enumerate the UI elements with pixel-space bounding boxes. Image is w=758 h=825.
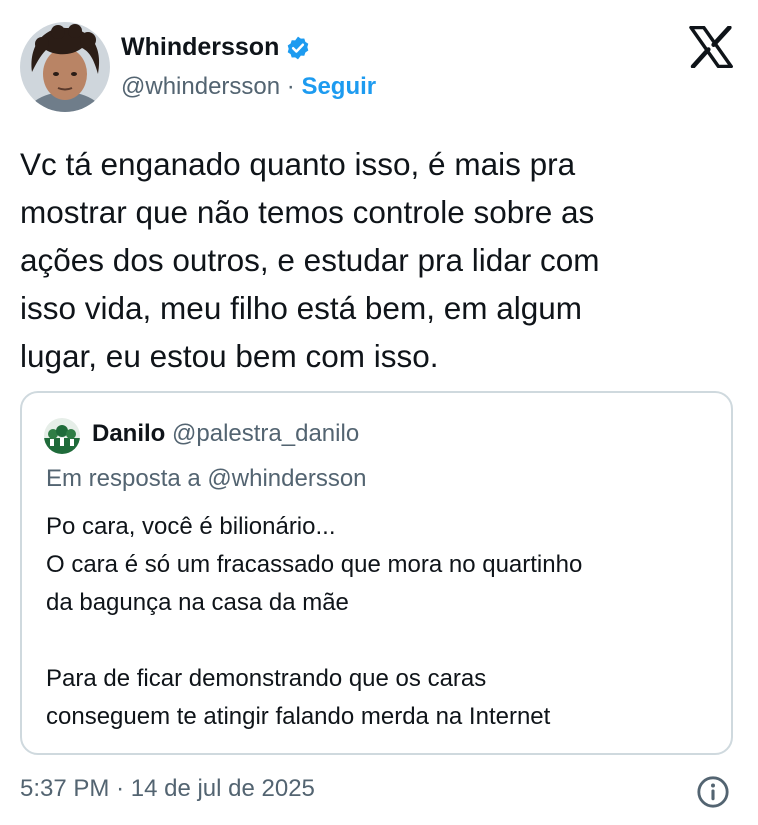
info-icon[interactable] xyxy=(696,775,730,809)
quoted-author-handle[interactable]: @palestra_danilo xyxy=(172,420,359,447)
x-logo-icon[interactable] xyxy=(688,26,734,68)
follow-button[interactable]: Seguir xyxy=(301,73,376,100)
reply-context: Em resposta a @whindersson xyxy=(46,465,367,492)
quoted-line: da bagunça na casa da mãe xyxy=(46,589,349,616)
quoted-text: Po cara, você é bilionário... O cara é s… xyxy=(46,508,582,736)
author-avatar[interactable] xyxy=(20,22,110,112)
tweet-line: ações dos outros, e estudar pra lidar co… xyxy=(20,242,600,278)
quoted-line: Para de ficar demonstrando que os caras xyxy=(46,665,487,692)
quoted-line: O cara é só um fracassado que mora no qu… xyxy=(46,551,583,578)
quoted-line: Po cara, você é bilionário... xyxy=(46,513,336,540)
quoted-header: Danilo @palestra_danilo xyxy=(92,420,359,448)
tweet-text: Vc tá enganado quanto isso, é mais pra m… xyxy=(20,140,735,380)
author-avatar-image xyxy=(20,22,110,112)
quoted-tweet[interactable]: Danilo @palestra_danilo Em resposta a @w… xyxy=(20,391,733,755)
handle-separator: · xyxy=(286,73,295,100)
tweet-line: lugar, eu estou bem com isso. xyxy=(20,338,439,374)
quoted-line: conseguem te atingir falando merda na In… xyxy=(46,703,551,730)
quoted-avatar-image xyxy=(44,418,80,454)
handle-row: @whindersson · Seguir xyxy=(121,73,376,101)
tweet-line: mostrar que não temos controle sobre as xyxy=(20,194,595,230)
author-name-text: Whindersson xyxy=(121,33,280,61)
tweet-line: Vc tá enganado quanto isso, é mais pra xyxy=(20,146,576,182)
timestamp-separator: · xyxy=(116,775,125,802)
author-name[interactable]: Whindersson xyxy=(121,33,311,62)
tweet-line: isso vida, meu filho está bem, em algum xyxy=(20,290,583,326)
author-handle[interactable]: @whindersson xyxy=(121,73,280,100)
tweet-timestamp[interactable]: 5:37 PM · 14 de jul de 2025 xyxy=(20,775,315,803)
quoted-author-name[interactable]: Danilo xyxy=(92,420,165,447)
quoted-avatar[interactable] xyxy=(44,418,80,454)
verified-badge-icon xyxy=(288,36,309,59)
tweet-time: 5:37 PM xyxy=(20,775,110,802)
tweet-date: 14 de jul de 2025 xyxy=(130,775,315,802)
quoted-blank-line xyxy=(46,622,582,660)
